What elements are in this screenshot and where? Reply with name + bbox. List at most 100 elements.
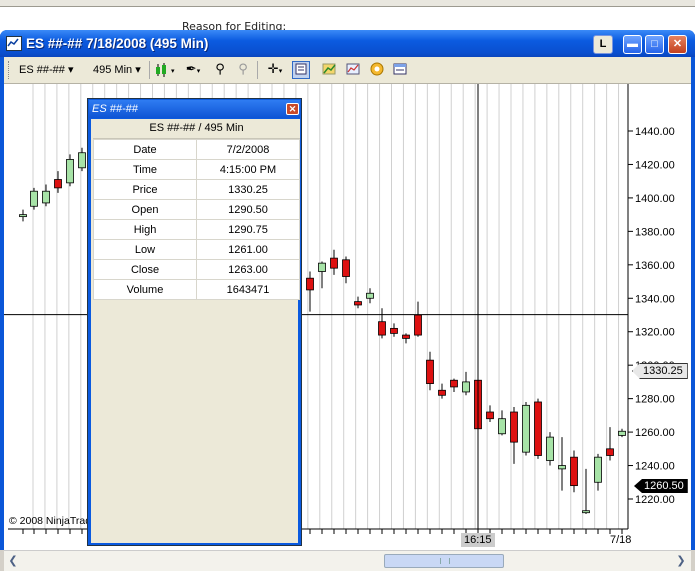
minimize-icon: ▬ bbox=[627, 38, 638, 50]
copyright-label: © 2008 NinjaTrader bbox=[9, 515, 89, 527]
candle-body bbox=[66, 159, 74, 184]
row-value: 1261.00 bbox=[196, 239, 300, 260]
candle-body bbox=[498, 418, 506, 435]
interval-selector[interactable]: 495 Min ▾ bbox=[93, 63, 141, 76]
row-value: 1643471 bbox=[196, 279, 300, 300]
background-menu-strip bbox=[0, 0, 695, 7]
data-box-close-button[interactable]: ✕ bbox=[286, 103, 299, 115]
chevron-down-icon: ▾ bbox=[135, 64, 141, 76]
table-row: Close 1263.00 bbox=[93, 259, 300, 280]
row-value: 1290.75 bbox=[196, 219, 300, 240]
data-box-titlebar[interactable]: ES ##-## ✕ bbox=[89, 100, 300, 118]
zoom-out-icon[interactable]: ⚲ bbox=[234, 61, 252, 79]
row-label: Close bbox=[93, 259, 197, 280]
candle-body bbox=[19, 214, 27, 218]
candle-body bbox=[522, 404, 530, 453]
instrument-selector[interactable]: ES ##-## ▾ bbox=[19, 63, 73, 76]
table-row: High 1290.75 bbox=[93, 219, 300, 240]
chevron-down-icon: ▾ bbox=[67, 64, 74, 76]
interval-label: 495 Min bbox=[93, 64, 133, 76]
y-tick-label: 1400.00 bbox=[635, 193, 675, 205]
candle-body bbox=[78, 152, 86, 169]
table-row: Time 4:15:00 PM bbox=[93, 159, 300, 180]
candle-body bbox=[594, 456, 602, 483]
candle-body bbox=[462, 381, 470, 393]
row-value: 7/2/2008 bbox=[196, 139, 300, 160]
data-box-window[interactable]: ES ##-## ✕ ES ##-## / 495 Min Date 7/2/20… bbox=[87, 98, 302, 546]
candle-body bbox=[534, 401, 542, 456]
toolbar-separator bbox=[257, 61, 258, 79]
y-tick-label: 1420.00 bbox=[635, 159, 675, 171]
date-axis-label: 7/18 bbox=[610, 534, 632, 546]
drawing-pen-icon[interactable]: ✒▾ bbox=[181, 61, 205, 79]
table-row: Date 7/2/2008 bbox=[93, 139, 300, 160]
data-box-icon[interactable] bbox=[292, 61, 310, 79]
candle-body bbox=[354, 301, 362, 306]
crosshair-icon[interactable]: ✛▾ bbox=[262, 61, 288, 79]
candle-body bbox=[486, 411, 494, 420]
candle-body bbox=[618, 430, 626, 436]
data-box-title: ES ##-## bbox=[92, 103, 138, 115]
scroll-thumb[interactable] bbox=[384, 554, 504, 568]
close-icon: ✕ bbox=[672, 38, 683, 50]
data-box-header: ES ##-## / 495 Min bbox=[93, 119, 300, 139]
close-button[interactable]: ✕ bbox=[668, 35, 687, 54]
candle-body bbox=[42, 190, 50, 204]
toolbar-grip[interactable] bbox=[8, 61, 12, 79]
table-row: Open 1290.50 bbox=[93, 199, 300, 220]
row-value: 1330.25 bbox=[196, 179, 300, 200]
y-tick-label: 1220.00 bbox=[635, 494, 675, 506]
candle-body bbox=[366, 292, 374, 299]
title-bar[interactable]: ES ##-## 7/18/2008 (495 Min) L ▬ □ ✕ bbox=[0, 30, 695, 57]
zoom-in-icon[interactable]: ⚲ bbox=[211, 61, 229, 79]
candle-body bbox=[426, 359, 434, 384]
table-row: Low 1261.00 bbox=[93, 239, 300, 260]
candle-body bbox=[390, 327, 398, 334]
link-button[interactable]: L bbox=[593, 35, 613, 54]
candle-body bbox=[558, 465, 566, 470]
strategies-icon[interactable] bbox=[320, 61, 338, 79]
candlestick-icon[interactable]: ▾ bbox=[154, 61, 178, 79]
background-app: Reason for Editing: bbox=[0, 0, 695, 34]
thumb-grip-icon bbox=[440, 558, 450, 564]
y-tick-label: 1240.00 bbox=[635, 461, 675, 473]
candle-body bbox=[54, 179, 62, 189]
last-price-marker: 1260.50 bbox=[634, 479, 688, 493]
row-value: 4:15:00 PM bbox=[196, 159, 300, 180]
instrument-label: ES ##-## bbox=[19, 64, 65, 76]
y-tick-label: 1260.00 bbox=[635, 427, 675, 439]
row-label: High bbox=[93, 219, 197, 240]
candle-body bbox=[546, 436, 554, 461]
properties-icon[interactable] bbox=[368, 61, 386, 79]
chart-app-icon bbox=[6, 36, 22, 51]
candle-body bbox=[450, 379, 458, 388]
candle-body bbox=[342, 259, 350, 277]
chart-trader-icon[interactable] bbox=[391, 61, 409, 79]
y-tick-label: 1380.00 bbox=[635, 226, 675, 238]
maximize-button[interactable]: □ bbox=[645, 35, 664, 54]
y-tick-label: 1320.00 bbox=[635, 327, 675, 339]
candle-body bbox=[402, 334, 410, 339]
row-label: Open bbox=[93, 199, 197, 220]
y-tick-label: 1280.00 bbox=[635, 394, 675, 406]
candle-body bbox=[582, 510, 590, 514]
indicators-icon[interactable] bbox=[344, 61, 362, 79]
y-tick-label: 1360.00 bbox=[635, 260, 675, 272]
scroll-right-icon[interactable]: ❯ bbox=[674, 554, 688, 568]
row-value: 1290.50 bbox=[196, 199, 300, 220]
crosshair-price-marker: 1330.25 bbox=[632, 363, 688, 379]
row-label: Low bbox=[93, 239, 197, 260]
row-label: Price bbox=[93, 179, 197, 200]
candle-body bbox=[570, 456, 578, 487]
candle-body bbox=[378, 321, 386, 336]
row-label: Date bbox=[93, 139, 197, 160]
minimize-button[interactable]: ▬ bbox=[623, 35, 642, 54]
svg-text:▾: ▾ bbox=[171, 67, 175, 75]
candle-body bbox=[306, 277, 314, 291]
horizontal-scrollbar[interactable]: ❮ ❯ bbox=[4, 550, 691, 571]
candle-body bbox=[414, 314, 422, 336]
maximize-icon: □ bbox=[651, 38, 658, 50]
candle-body bbox=[510, 411, 518, 443]
y-tick-label: 1340.00 bbox=[635, 293, 675, 305]
scroll-left-icon[interactable]: ❮ bbox=[6, 554, 20, 568]
